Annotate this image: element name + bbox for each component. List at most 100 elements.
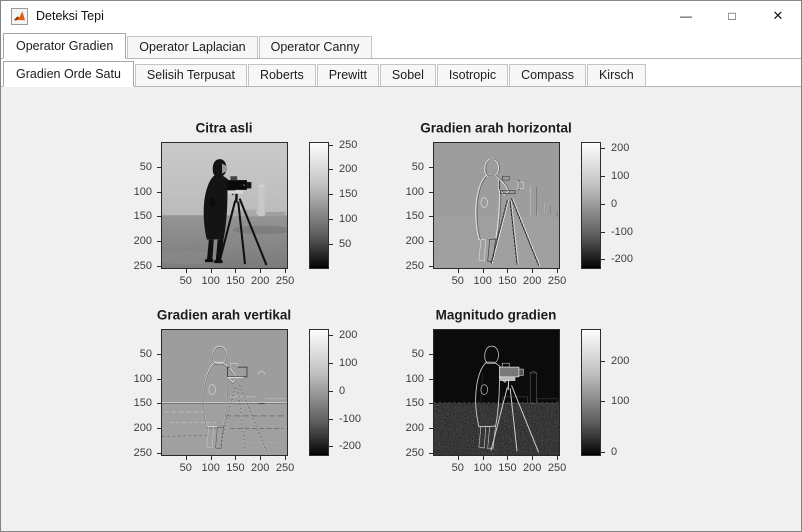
tab-compass[interactable]: Compass xyxy=(509,64,586,86)
cameraman-image xyxy=(162,143,287,268)
y-axis: 50 100 150 200 250 xyxy=(393,142,433,272)
colorbar xyxy=(581,329,601,456)
tab-prewitt[interactable]: Prewitt xyxy=(316,64,379,86)
tab-sobel[interactable]: Sobel xyxy=(379,64,436,86)
colorbar-tick-label: -100 xyxy=(611,226,634,239)
image-axes xyxy=(433,329,560,456)
colorbar-axis: 200 100 0 -100 -200 xyxy=(329,329,373,456)
y-tick-label: 150 xyxy=(133,397,152,410)
y-tick-label: 50 xyxy=(139,160,152,173)
tab-operator-gradien[interactable]: Operator Gradien xyxy=(3,33,127,59)
x-tick-label: 150 xyxy=(498,462,517,474)
tab-operator-laplacian[interactable]: Operator Laplacian xyxy=(127,36,258,58)
plot-title: Magnitudo gradien xyxy=(435,307,557,323)
colorbar-tick-mark xyxy=(329,144,333,146)
colorbar-tick-mark xyxy=(601,401,605,403)
y-tick-label: 250 xyxy=(133,260,152,273)
x-tick-mark xyxy=(235,269,237,273)
plot-gradien-arah-horizontal: Gradien arah horizontal 50 100 150 200 250 5… xyxy=(393,87,645,292)
y-tick-label: 250 xyxy=(133,447,152,460)
x-axis: 50 100 150 200 250 xyxy=(433,456,566,474)
x-tick-label: 50 xyxy=(179,462,192,474)
x-axis: 50 100 150 200 250 xyxy=(161,456,294,474)
colorbar-tick-label: 200 xyxy=(611,354,630,367)
x-tick-label: 100 xyxy=(473,462,492,474)
x-tick-mark xyxy=(285,269,287,273)
tab-label: Gradien Orde Satu xyxy=(16,67,121,81)
colorbar-tick-label: -100 xyxy=(339,413,362,426)
maximize-button[interactable]: □ xyxy=(709,1,755,31)
tab-label: Selisih Terpusat xyxy=(146,68,235,82)
image-axes xyxy=(161,142,288,269)
colorbar-tick-label: 200 xyxy=(339,163,358,176)
tab-label: Sobel xyxy=(391,68,424,82)
x-tick-mark xyxy=(457,456,459,460)
cameraman-image xyxy=(162,330,287,455)
y-tick-label: 50 xyxy=(411,160,424,173)
colorbar-tick-mark xyxy=(329,363,333,365)
colorbar-tick-label: 0 xyxy=(611,198,618,211)
minimize-button[interactable]: — xyxy=(663,1,709,31)
colorbar-tick-label: 0 xyxy=(339,385,346,398)
colorbar-tick-mark xyxy=(601,204,605,206)
y-tick-label: 200 xyxy=(405,422,424,435)
y-tick-label: 250 xyxy=(405,447,424,460)
y-tick-label: 100 xyxy=(133,372,152,385)
x-tick-mark xyxy=(210,269,212,273)
colorbar-axis: 250 200 150 100 50 xyxy=(329,139,373,269)
x-tick-mark xyxy=(507,456,509,460)
x-tick-mark xyxy=(532,269,534,273)
tab-label: Kirsch xyxy=(598,68,634,82)
x-tick-label: 200 xyxy=(522,462,542,474)
app-window: Deteksi Tepi — □ ✕ Operator Gradien Oper… xyxy=(0,0,802,532)
colorbar-tick-mark xyxy=(601,176,605,178)
colorbar-tick-mark xyxy=(601,148,605,150)
tab-selisih-terpusat[interactable]: Selisih Terpusat xyxy=(134,64,247,86)
x-tick-mark xyxy=(235,456,237,460)
close-button[interactable]: ✕ xyxy=(755,1,801,31)
colorbar-tick-label: 100 xyxy=(339,213,358,226)
tab-label: Prewitt xyxy=(328,68,367,82)
tab-kirsch[interactable]: Kirsch xyxy=(586,64,646,86)
y-tick-label: 50 xyxy=(139,347,152,360)
colorbar-tick-mark xyxy=(329,391,333,393)
colorbar-tick-label: 0 xyxy=(611,446,618,459)
y-tick-label: 50 xyxy=(411,347,424,360)
colorbar-tick-mark xyxy=(601,232,605,234)
x-tick-mark xyxy=(507,269,509,273)
matlab-app-icon[interactable] xyxy=(11,7,28,25)
plot-citra-asli: Citra asli 50 100 150 200 250 50 100 150 200 250… xyxy=(121,87,373,292)
colorbar xyxy=(309,142,329,269)
x-tick-mark xyxy=(557,269,559,273)
plot-title: Citra asli xyxy=(195,120,253,136)
colorbar xyxy=(581,142,601,269)
titlebar[interactable]: Deteksi Tepi — □ ✕ xyxy=(1,1,801,31)
colorbar-tick-mark xyxy=(329,445,333,447)
tab-gradien-orde-satu[interactable]: Gradien Orde Satu xyxy=(3,61,134,87)
x-tick-mark xyxy=(185,456,187,460)
colorbar-tick-label: -200 xyxy=(611,252,634,265)
y-tick-label: 200 xyxy=(133,422,152,435)
plot-gradien-arah-vertikal: Gradien arah vertikal 50 100 150 200 250 xyxy=(121,274,373,479)
colorbar-tick-mark xyxy=(329,219,333,221)
tab-operator-canny[interactable]: Operator Canny xyxy=(258,36,372,58)
colorbar-tick-label: 50 xyxy=(339,238,352,251)
tab-label: Operator Canny xyxy=(270,40,360,54)
window-title: Deteksi Tepi xyxy=(36,9,104,23)
y-tick-label: 200 xyxy=(133,235,152,248)
colorbar-tick-label: -200 xyxy=(339,439,362,452)
y-tick-label: 100 xyxy=(405,372,424,385)
tab-label: Isotropic xyxy=(448,68,497,82)
colorbar-axis: 200 100 0 -100 -200 xyxy=(601,142,645,269)
tab-roberts[interactable]: Roberts xyxy=(247,64,316,86)
y-tick-label: 200 xyxy=(405,235,424,248)
colorbar-tick-label: 100 xyxy=(611,170,630,183)
y-tick-label: 150 xyxy=(405,210,424,223)
tab-isotropic[interactable]: Isotropic xyxy=(436,64,509,86)
inner-tab-strip: Gradien Orde Satu Selisih Terpusat Rober… xyxy=(1,59,801,87)
colorbar-tick-label: 200 xyxy=(339,329,358,342)
x-tick-mark xyxy=(557,456,559,460)
colorbar-tick-mark xyxy=(601,452,605,454)
y-tick-label: 150 xyxy=(133,210,152,223)
colorbar-tick-mark xyxy=(329,194,333,196)
